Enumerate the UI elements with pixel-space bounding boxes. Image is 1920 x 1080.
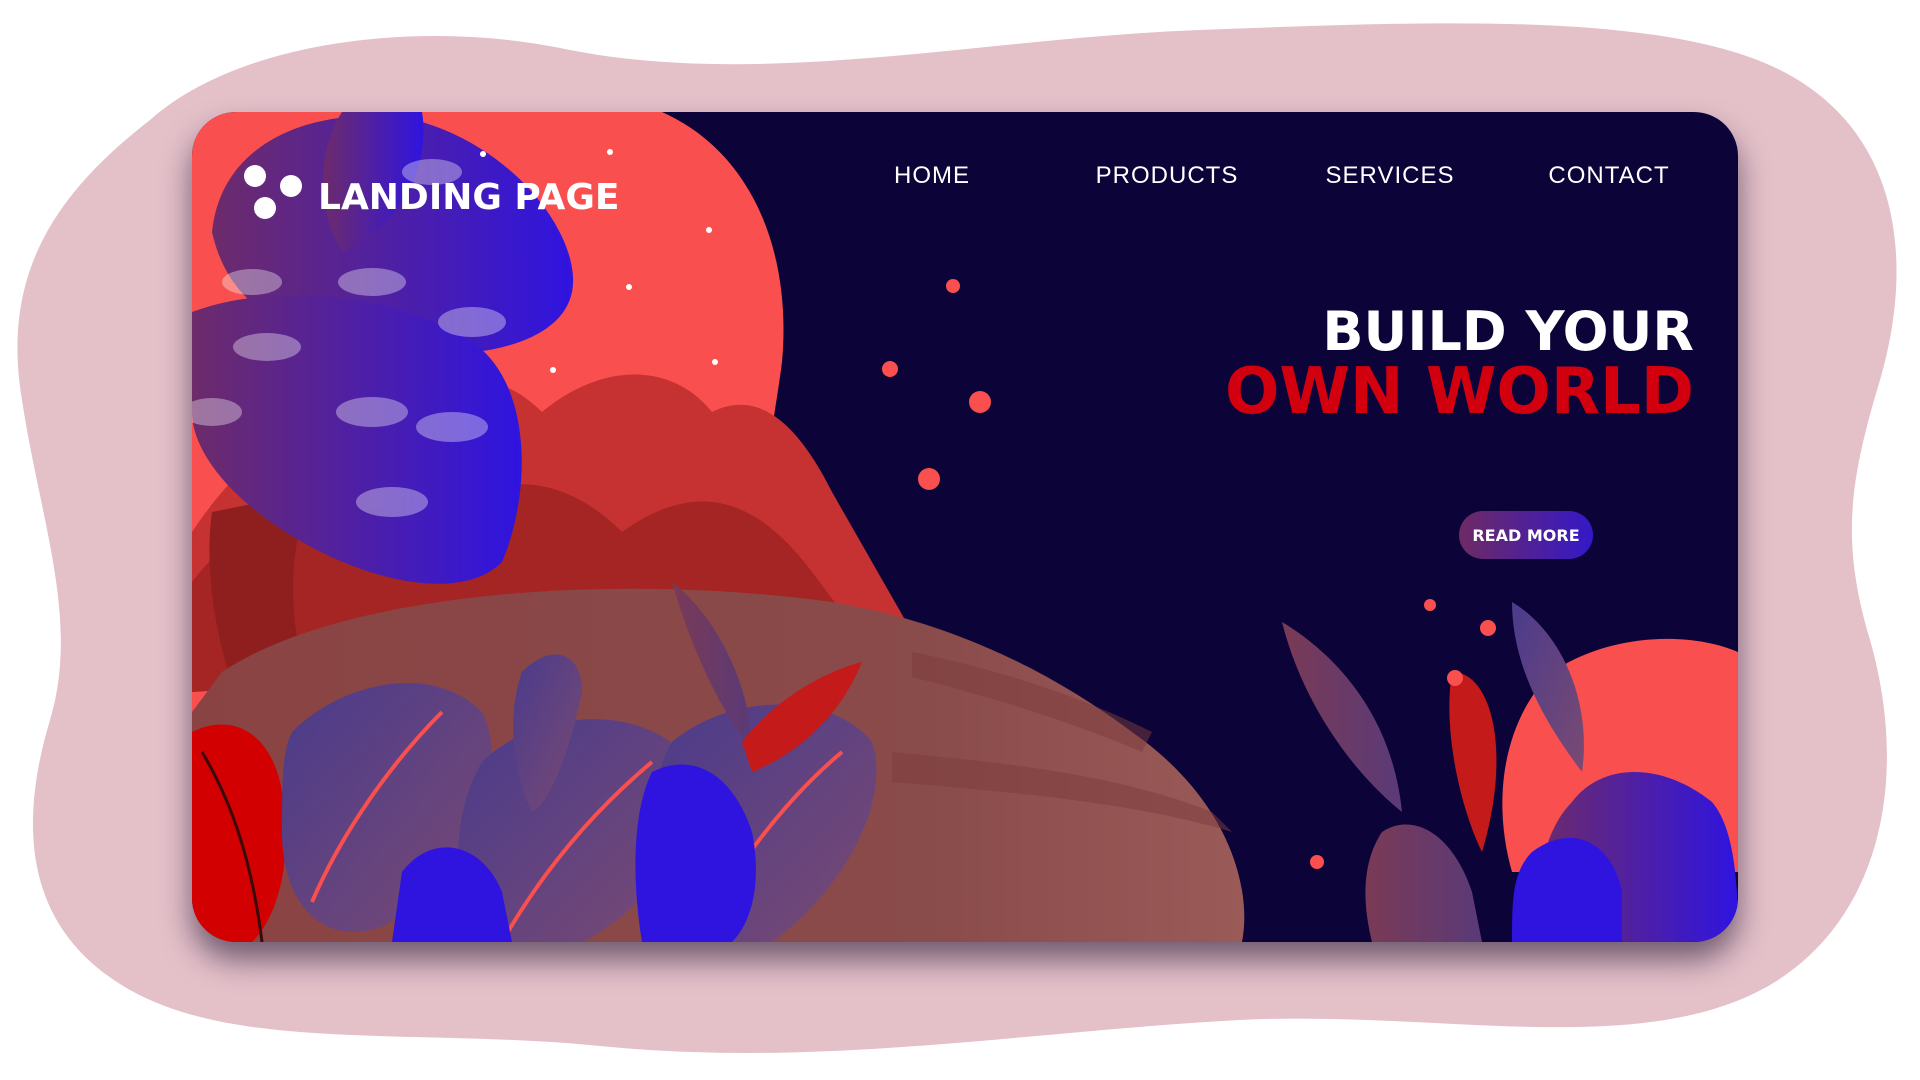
hero-headline-line1: BUILD YOUR [1322, 300, 1694, 363]
page: LANDING PAGE HOME PRODUCTS SERVICES CONT… [0, 0, 1920, 1080]
hero-headline: BUILD YOUR OWN WORLD [1224, 300, 1694, 429]
nav-contact-link[interactable]: CONTACT [1544, 162, 1674, 190]
hero-headline-line2: OWN WORLD [1224, 355, 1694, 429]
landing-page-card: LANDING PAGE HOME PRODUCTS SERVICES CONT… [192, 112, 1738, 942]
top-navigation: HOME PRODUCTS SERVICES CONTACT [192, 162, 1738, 202]
nav-home-link[interactable]: HOME [882, 162, 982, 190]
nav-products-link[interactable]: PRODUCTS [1092, 162, 1242, 190]
read-more-button[interactable]: READ MORE [1459, 511, 1593, 559]
nav-services-link[interactable]: SERVICES [1320, 162, 1460, 190]
